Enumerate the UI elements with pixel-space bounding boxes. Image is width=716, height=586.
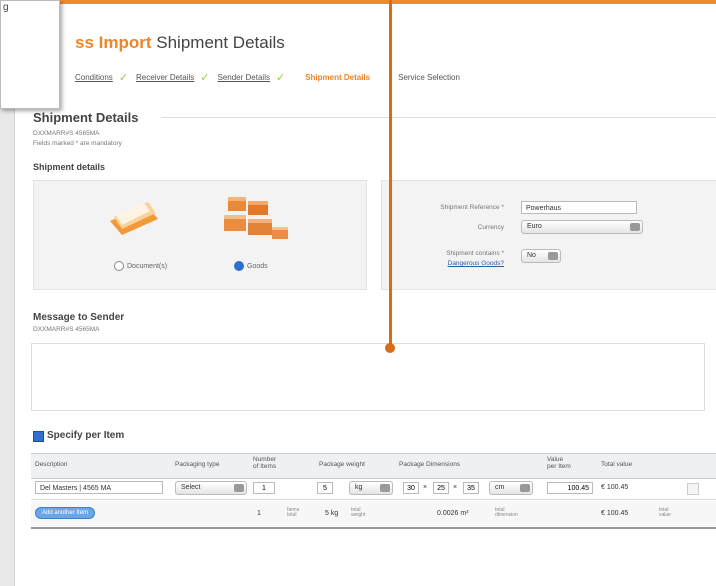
dangerous-goods-select-value: No <box>527 252 536 259</box>
total-volume-label: total dimension <box>495 508 518 518</box>
step-conditions[interactable]: Conditions <box>75 73 113 82</box>
col-weight: Package weight <box>319 461 365 468</box>
mandatory-note: Fields marked * are mandatory <box>33 140 122 147</box>
item-total-value: € 100.45 <box>601 484 629 491</box>
currency-select-value: Euro <box>527 223 542 230</box>
currency-select[interactable]: Euro <box>521 220 643 234</box>
col-value-line1: Value <box>547 456 564 463</box>
col-value: Value per Item <box>547 456 571 470</box>
shipment-ref-line: DXXMARR#S 4565MA <box>33 130 100 137</box>
items-table-header: Description Packaging type Number of Ite… <box>31 453 716 479</box>
callout-pointer-line <box>389 0 392 346</box>
goods-option-label: Goods <box>247 262 268 270</box>
currency-label: Currency <box>477 224 504 231</box>
add-another-item-button[interactable]: Add another Item <box>35 507 96 519</box>
message-ref-line: DXXMARR#S 4565MA <box>33 326 100 333</box>
goods-option[interactable]: Goods <box>234 261 268 271</box>
radio-icon[interactable] <box>114 261 124 271</box>
shipment-type-panel: Document(s) Goods <box>33 180 367 290</box>
chevron-down-icon <box>520 484 530 492</box>
col-description: Description <box>35 461 68 468</box>
packaging-type-select[interactable]: Select <box>175 481 247 495</box>
dimension-height-input[interactable]: 35 <box>463 482 479 494</box>
dangerous-goods-select[interactable]: No <box>521 249 561 263</box>
package-weight-input[interactable]: 5 <box>317 482 333 494</box>
col-items-line2: of Items <box>253 463 277 470</box>
specify-per-item-label: Specify per Item <box>47 430 125 441</box>
overlapping-window: g <box>0 0 60 109</box>
shipment-details-page: ss Import Shipment Details Conditions ✓ … <box>14 0 716 586</box>
step-service-selection: Service Selection <box>398 73 460 82</box>
section-divider <box>161 117 716 118</box>
dimension-width-input[interactable]: 25 <box>433 482 449 494</box>
dangerous-goods-label: Shipment contains * <box>446 250 504 257</box>
page-title-brand: ss Import <box>75 33 152 52</box>
chevron-down-icon <box>234 484 244 492</box>
wizard-steps: Conditions ✓ Receiver Details ✓ Sender D… <box>75 71 466 84</box>
message-textarea[interactable] <box>31 343 705 411</box>
grand-total-label: total value <box>659 508 671 518</box>
checkmark-icon: ✓ <box>200 72 210 84</box>
dimension-unit-value: cm <box>495 484 505 491</box>
shipment-reference-input[interactable]: Powerhaus <box>521 201 637 214</box>
specify-per-item-checkbox[interactable] <box>33 431 44 442</box>
overlapping-window-text: g <box>3 2 9 13</box>
goods-boxes-illustration-icon <box>224 197 288 239</box>
table-row: Del Masters | 4565 MA Select 1 5 kg 30 ×… <box>31 477 716 500</box>
col-total: Total value <box>601 461 633 468</box>
total-volume-value: 0.0026 m³ <box>437 510 469 517</box>
total-weight-value: 5 kg <box>325 510 339 517</box>
times-icon: × <box>423 484 428 491</box>
grand-total-value: € 100.45 <box>601 510 629 517</box>
total-weight-label-2: weight <box>351 512 366 518</box>
col-dimensions: Package Dimensions <box>399 461 461 468</box>
documents-option-label: Document(s) <box>127 262 168 270</box>
message-section-title: Message to Sender <box>33 312 125 323</box>
total-items-label: Items total <box>287 508 299 518</box>
shipment-subheading: Shipment details <box>33 162 106 172</box>
total-items-value: 1 <box>257 510 261 517</box>
item-description-input[interactable]: Del Masters | 4565 MA <box>35 481 163 494</box>
number-of-items-input[interactable]: 1 <box>253 482 275 494</box>
col-items-line1: Number <box>253 456 277 463</box>
shipment-section-title: Shipment Details <box>33 110 139 125</box>
dangerous-goods-link[interactable]: Dangerous Goods? <box>448 260 504 267</box>
dimension-unit-select[interactable]: cm <box>489 481 533 495</box>
callout-pointer-dot <box>385 343 395 353</box>
grand-total-label-2: value <box>659 512 671 518</box>
col-items: Number of Items <box>253 456 276 470</box>
chevron-down-icon <box>380 484 390 492</box>
documents-illustration-icon <box>110 202 158 235</box>
checkmark-icon: ✓ <box>118 72 129 84</box>
row-checkbox[interactable] <box>687 483 699 495</box>
page-title: ss Import Shipment Details <box>75 33 285 53</box>
weight-unit-value: kg <box>355 484 363 491</box>
chevron-down-icon <box>630 223 640 231</box>
step-sender-details[interactable]: Sender Details <box>218 73 270 82</box>
step-shipment-details: Shipment Details <box>305 73 371 82</box>
totals-row: Add another Item 1 Items total 5 kg tota… <box>31 501 716 529</box>
total-items-label-2: total <box>287 512 297 518</box>
packaging-type-select-value: Select <box>181 484 201 491</box>
total-volume-label-2: dimension <box>495 512 518 518</box>
col-packaging: Packaging type <box>175 461 220 468</box>
step-receiver-details[interactable]: Receiver Details <box>136 73 194 82</box>
total-weight-label: total weight <box>351 508 365 518</box>
documents-option[interactable]: Document(s) <box>114 261 167 271</box>
value-per-item-input[interactable]: 100.45 <box>547 482 593 494</box>
checkmark-icon: ✓ <box>275 72 286 84</box>
shipment-details-form-panel: Shipment Reference * Powerhaus Currency … <box>381 180 716 290</box>
col-value-line2: per Item <box>547 463 571 470</box>
times-icon: × <box>453 484 458 491</box>
reference-label: Shipment Reference * <box>440 204 504 211</box>
chevron-down-icon <box>548 252 558 260</box>
radio-selected-icon[interactable] <box>234 261 244 271</box>
dimension-length-input[interactable]: 30 <box>403 482 419 494</box>
weight-unit-select[interactable]: kg <box>349 481 393 495</box>
top-accent-bar <box>15 0 716 4</box>
page-title-subtitle: Shipment Details <box>156 33 285 52</box>
